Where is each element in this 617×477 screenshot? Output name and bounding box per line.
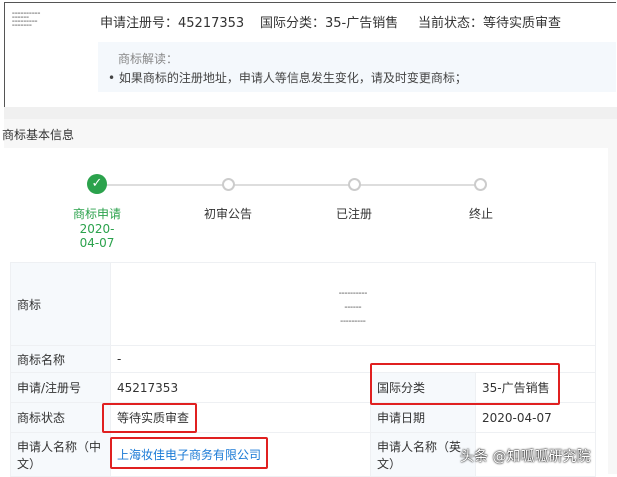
regno-value: 45217353 — [110, 372, 371, 403]
applicant-cn-label: 申请人名称（中文） — [10, 432, 111, 477]
step-label: 初审公告 — [203, 207, 252, 221]
header-reg-no: 申请注册号：45217353 — [100, 16, 245, 31]
header-class: 国际分类：35-广告销售 — [260, 16, 399, 31]
step-dot — [348, 178, 361, 191]
logo-image: ▬▬▬▬▬▬▬▬▬▬ ▬▬▬▬▬▬ ▬▬▬▬▬▬▬▬▬ — [110, 262, 596, 346]
step-label: 终止 — [468, 207, 493, 221]
highlight-box — [102, 403, 197, 433]
check-icon: ✓ — [87, 174, 107, 194]
date-value: 2020-04-07 — [475, 402, 596, 433]
highlight-box — [370, 363, 560, 405]
tip-line: • 如果商标的注册地址，申请人等信息发生变化，请及时变更商标； — [108, 71, 467, 85]
header-status: 当前状态：等待实质审查 — [418, 16, 562, 31]
step-label: 商标申请 2020- 04-07 — [72, 207, 121, 250]
step-dot — [222, 178, 235, 191]
step-label: 已注册 — [335, 207, 372, 221]
logo-label: 商标 — [10, 262, 111, 346]
table-row: 商标 ▬▬▬▬▬▬▬▬▬▬ ▬▬▬▬▬▬ ▬▬▬▬▬▬▬▬▬ — [10, 262, 596, 346]
step-dot — [474, 178, 487, 191]
date-label: 申请日期 — [370, 402, 476, 433]
name-label: 商标名称 — [10, 345, 111, 373]
tip-title: 商标解读： — [118, 52, 179, 66]
table-row: 商标状态 等待实质审查 申请日期 2020-04-07 — [10, 402, 596, 433]
status-label: 商标状态 — [10, 402, 111, 433]
highlight-box — [110, 437, 268, 469]
trademark-tip: 商标解读： • 如果商标的注册地址，申请人等信息发生变化，请及时变更商标； — [98, 42, 616, 92]
section-title: 商标基本信息 — [2, 128, 75, 142]
watermark: 头条 @知呱呱研究院 — [460, 449, 591, 465]
trademark-thumbnail: ▬▬▬▬▬▬▬▬▬▬ ▬▬▬▬▬▬ ▬▬▬▬▬▬▬▬▬ ▬▬▬▬▬▬▬ — [12, 11, 41, 27]
progress-line — [97, 184, 480, 186]
divider — [4, 107, 617, 119]
regno-label: 申请/注册号 — [10, 372, 111, 403]
